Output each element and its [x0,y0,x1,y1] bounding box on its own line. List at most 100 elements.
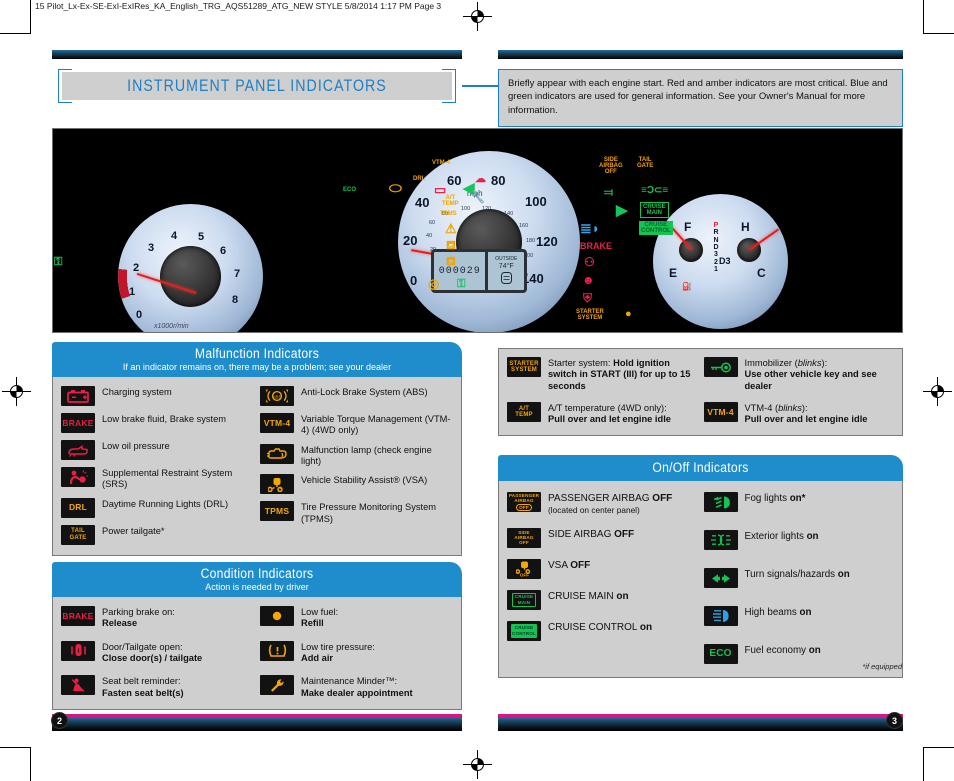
page-number-right: 3 [886,712,903,729]
list-item[interactable]: Charging system [61,386,254,406]
starter-system-word-icon: STARTER SYSTEM [507,357,541,377]
srs-airbag-icon [61,467,95,487]
tachometer-hub [160,246,221,307]
icon-text: SIDE AIRBAG OFF [514,529,534,546]
icon-text-off: OFF [516,504,532,512]
list-item[interactable]: CRUISE MAIN CRUISE MAIN on [507,589,698,610]
immobilizer-key-icon [703,357,738,377]
list-item-label: A/T temperature (4WD only): [548,402,667,413]
svg-text:ABS: ABS [272,394,281,399]
registration-mark-top [463,2,492,31]
list-item[interactable]: SIDE AIRBAG OFF SIDE AIRBAG OFF [507,527,698,548]
list-item[interactable]: Vehicle Stability Assist® (VSA) [260,474,453,495]
icon-text: TAIL GATE [69,528,87,541]
abs-icon: ABS [260,386,294,406]
list-item[interactable]: Door/Tailgate open: Close door(s) / tail… [61,640,254,665]
list-item[interactable]: ABS Anti-Lock Brake System (ABS) [260,386,453,406]
list-item[interactable]: Low tire pressure: Add air [260,640,453,665]
list-item-label: Starter system: [548,358,611,368]
list-item[interactable]: OFF VSA OFF [507,558,698,579]
brake-word-icon: BRAKE [61,413,95,433]
list-item[interactable]: BRAKE Parking brake on: Release [61,606,254,630]
list-item-label: Daytime Running Lights (DRL) [102,498,229,509]
icon-text: TPMS [264,506,290,517]
icon-text: ECO [709,648,732,659]
list-item[interactable]: Exterior lights on [703,530,895,550]
cruise-main-icon: CRUISE MAIN [507,589,541,610]
onoff-right-column: Fog lights on* Exterior lights on Turn s… [703,492,895,664]
list-item-state: on [639,621,653,633]
list-item-action: Use other vehicle key and see dealer [744,369,877,391]
list-item[interactable]: VTM-4 VTM-4 (blinks): Pull over and let … [703,401,895,426]
list-item[interactable]: High beams on [703,606,895,626]
list-item[interactable]: Immobilizer (blinks): Use other vehicle … [703,357,895,392]
page-title: INSTRUMENT PANEL INDICATORS [127,76,387,95]
icon-text: STARTER SYSTEM [509,360,539,373]
list-item-state: on [806,531,819,542]
list-item[interactable]: Low fuel: Refill [260,606,453,630]
tach-label-7: 7 [234,268,241,280]
tach-unit: x1000r/min [154,323,189,330]
tach-label-8: 8 [232,294,239,306]
top-rule-right [498,50,903,59]
list-item[interactable]: Supplemental Restraint System (SRS) [61,467,254,491]
telltale-vsa-off-icon: ⛾ [446,238,456,252]
list-item[interactable]: TAIL GATE Power tailgate* [61,524,254,545]
list-item[interactable]: VTM-4 Variable Torque Management (VTM-4)… [260,413,453,437]
list-item-state: OFF [652,493,673,504]
list-item-label: Anti-Lock Brake System (ABS) [301,387,428,397]
eco-word-icon: ECO [703,644,738,664]
list-item-state: on [808,645,821,656]
vehicle-door-graphic-icon [500,271,512,284]
cruise-control-icon: CRUISE CONTROL [507,620,541,641]
list-item[interactable]: BRAKE Low brake fluid, Brake system [61,413,254,433]
icon-text: VTM-4 [707,406,734,417]
footer-bar-left [52,714,462,731]
list-item-state: on* [789,493,806,504]
list-item[interactable]: Maintenance Minder™: Make dealer appoint… [260,675,453,699]
door-open-icon [61,640,95,661]
list-item[interactable]: DRL Power tailgate* Daytime Running Ligh… [61,497,254,518]
tach-label-6: 6 [220,245,227,257]
list-item[interactable]: Fog lights on* [703,492,895,512]
action-info-box: STARTER SYSTEM Starter system: Hold ignit… [498,348,903,436]
list-item-label: Low oil pressure [102,441,170,451]
fuel-pump-marker-icon: ⛽ [682,282,692,291]
top-rule-left [52,50,462,59]
onoff-title: On/Off Indicators [652,460,749,475]
list-item[interactable]: PASSENGER AIRBAG OFF PASSENGER AIRBAG OFF… [507,492,698,517]
list-item-label: PASSENGER AIRBAG [548,493,653,504]
list-item-label: Low fuel: [301,607,339,617]
list-item-action: Fasten seat belt(s) [102,687,184,698]
list-item[interactable]: TPMS Tire Pressure Monitoring System (TP… [260,501,453,525]
list-item-label: Seat belt reminder: [102,676,181,687]
onoff-header: On/Off Indicators [498,455,903,481]
tach-label-5: 5 [198,231,205,243]
list-item[interactable]: Turn signals/hazards on [703,568,895,588]
fuel-label-E: E [669,266,678,280]
seatbelt-icon [61,675,95,696]
crop-mark-bottom-right [923,747,924,781]
list-item[interactable]: CRUISE CONTROL CRUISE CONTROL on [507,620,698,641]
list-item-state: on [616,590,629,602]
registration-mark-left [2,377,31,406]
list-item-label: Immobilizer (blinks): [744,358,828,368]
list-item-label: SIDE AIRBAG [548,528,615,540]
tach-label-1: 1 [129,286,136,298]
telltale-key-left-icon: ⚿ [54,256,63,268]
list-item[interactable]: ECO Fuel economy on [703,644,895,664]
speedo-label-20: 20 [403,233,418,248]
list-item[interactable]: A/T TEMP A/T temperature (4WD only): Pull… [507,401,698,426]
temp-label-C: C [757,266,766,280]
icon-text: A/T TEMP [515,405,533,418]
check-engine-icon [260,443,294,464]
crop-mark-right-bottom [924,747,954,748]
list-item[interactable]: Low oil pressure [61,440,254,460]
condition-header: Condition Indicators Action is needed by… [52,562,462,597]
list-item[interactable]: Malfunction lamp (check engine light) [260,443,453,468]
icon-text: BRAKE [62,417,94,428]
list-item[interactable]: Seat belt reminder: Fasten seat belt(s) [61,675,254,699]
telltale-starter-system: STARTER SYSTEM [576,309,604,321]
temp-label-H: H [741,220,750,234]
list-item[interactable]: STARTER SYSTEM Starter system: Hold ignit… [507,357,698,392]
